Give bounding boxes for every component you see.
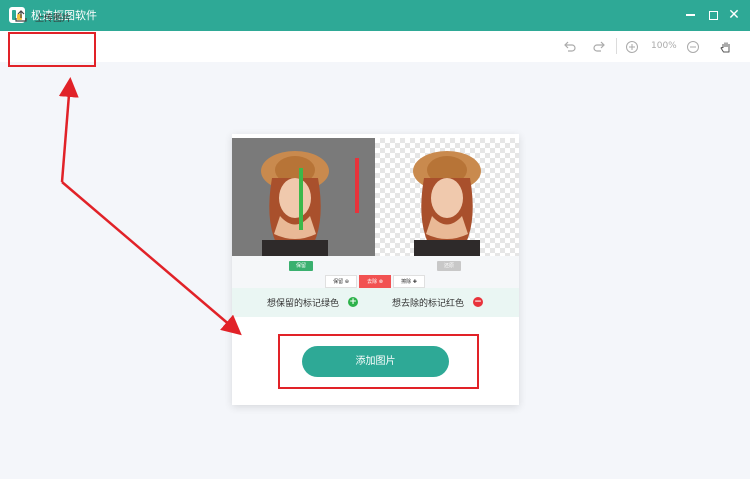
keep-hint-text: 想保留的标记绿色 <box>267 299 340 309</box>
upload-image-label: 上传图片 <box>35 14 72 24</box>
keep-preview-button: 保留 <box>289 261 313 271</box>
toolbar-divider <box>616 38 617 54</box>
upload-image-button[interactable]: 上传图片 <box>9 3 95 32</box>
add-image-highlight-box <box>278 334 479 389</box>
before-preview-image <box>232 138 375 256</box>
plus-circle-icon: + <box>348 297 358 307</box>
minimize-icon <box>685 14 695 16</box>
zoom-out-icon[interactable] <box>686 39 700 53</box>
arrow-to-add-image <box>61 181 242 336</box>
after-preview-image <box>375 138 519 256</box>
close-button[interactable]: ✕ <box>727 8 741 22</box>
close-icon: ✕ <box>728 7 740 23</box>
zoom-level: 100% <box>651 41 677 51</box>
mode-erase-tab: 擦除 ✚ <box>393 275 425 288</box>
portrait-original <box>261 151 359 256</box>
minus-circle-icon: − <box>473 297 483 307</box>
upload-icon <box>15 10 27 22</box>
arrow-to-upload <box>58 77 79 183</box>
maximize-button[interactable] <box>706 8 720 22</box>
mode-keep-tab: 保留 ⊕ <box>325 275 357 288</box>
mode-remove-tab: 去除 ⊗ <box>359 275 391 288</box>
marking-hint-row: 想保留的标记绿色 + 想去除的标记红色 − <box>232 288 519 317</box>
title-bar: 极速抠图软件 ✕ <box>0 0 750 31</box>
redo-icon[interactable] <box>592 39 606 53</box>
minimize-button[interactable] <box>683 8 697 22</box>
undo-icon[interactable] <box>563 39 577 53</box>
remove-hint-text: 想去除的标记红色 <box>392 299 465 309</box>
maximize-icon <box>708 10 718 20</box>
zoom-in-icon[interactable] <box>625 39 639 53</box>
preview-controls: 保留 还原 保留 ⊕ 去除 ⊗ 擦除 ✚ <box>232 256 519 288</box>
restore-preview-button: 还原 <box>437 261 461 271</box>
upload-highlight-box <box>8 32 96 67</box>
hand-icon[interactable] <box>719 39 733 53</box>
portrait-cutout <box>413 151 481 256</box>
